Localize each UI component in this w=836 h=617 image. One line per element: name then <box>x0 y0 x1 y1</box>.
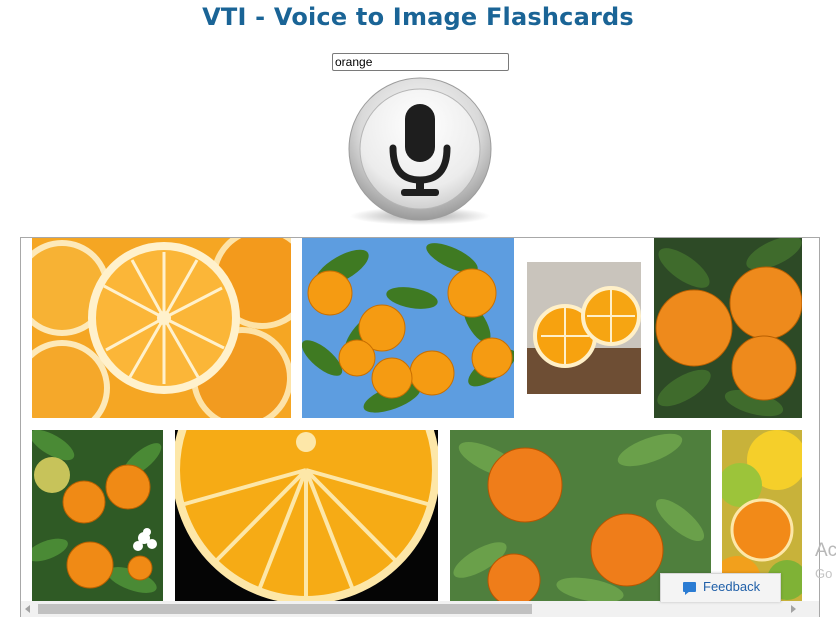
feedback-label: Feedback <box>703 579 761 594</box>
microphone-button[interactable] <box>343 76 498 228</box>
scroll-right-arrow-icon[interactable] <box>791 605 796 613</box>
scroll-left-arrow-icon[interactable] <box>25 605 30 613</box>
horizontal-scroll-thumb[interactable] <box>38 604 532 614</box>
image-result[interactable] <box>654 238 802 418</box>
feedback-button[interactable]: Feedback <box>660 573 781 602</box>
image-result[interactable] <box>32 238 291 418</box>
activate-watermark-line2: Go <box>815 566 833 581</box>
image-result[interactable] <box>302 238 514 418</box>
image-result[interactable] <box>175 430 438 601</box>
image-result[interactable] <box>527 238 641 418</box>
horizontal-scrollbar[interactable] <box>21 601 819 617</box>
chat-bubble-icon <box>683 582 696 595</box>
activate-watermark-line1: Ac <box>815 540 836 561</box>
search-input[interactable] <box>332 53 509 71</box>
image-results-panel[interactable] <box>20 237 820 617</box>
image-result[interactable] <box>32 430 163 601</box>
page-title: VTI - Voice to Image Flashcards <box>202 3 634 31</box>
